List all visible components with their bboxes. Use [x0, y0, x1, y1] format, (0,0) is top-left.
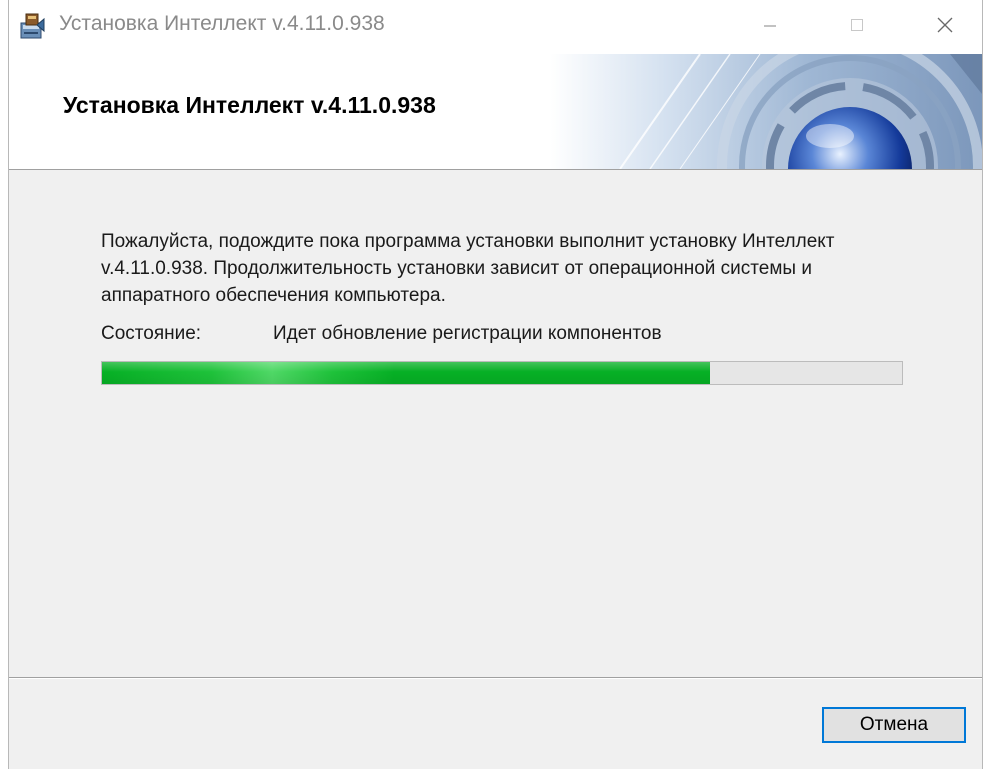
cancel-button[interactable]: Отмена: [822, 707, 966, 743]
minimize-button[interactable]: [744, 0, 796, 54]
banner-graphic: [550, 54, 982, 169]
close-icon: [936, 16, 954, 39]
header-banner: Установка Интеллект v.4.11.0.938: [9, 54, 982, 170]
title-bar[interactable]: Установка Интеллект v.4.11.0.938: [9, 0, 982, 54]
close-button[interactable]: [919, 0, 971, 54]
banner-title: Установка Интеллект v.4.11.0.938: [63, 92, 436, 118]
footer-divider: [9, 677, 982, 679]
installer-window: Установка Интеллект v.4.11.0.938 Установ…: [8, 0, 983, 769]
status-value: Идет обновление регистрации компонентов: [273, 323, 662, 344]
install-description: Пожалуйста, подождите пока программа уст…: [101, 231, 835, 306]
window-title: Установка Интеллект v.4.11.0.938: [59, 12, 385, 35]
install-progress-bar: [101, 361, 903, 385]
maximize-icon: [849, 17, 865, 38]
progress-fill: [102, 362, 710, 384]
minimize-icon: [762, 17, 778, 38]
status-label: Состояние:: [101, 323, 202, 344]
installer-icon: [17, 11, 47, 41]
maximize-button[interactable]: [831, 0, 883, 54]
